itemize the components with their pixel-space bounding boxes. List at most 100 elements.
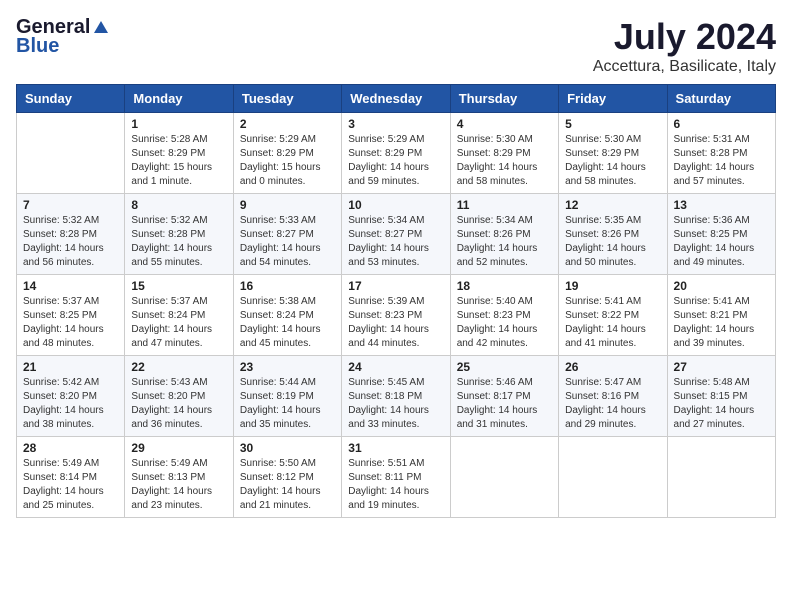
day-info: Sunrise: 5:47 AM Sunset: 8:16 PM Dayligh… [565, 376, 660, 432]
day-number: 19 [565, 279, 660, 293]
calendar-week-row: 1 Sunrise: 5:28 AM Sunset: 8:29 PM Daylig… [17, 113, 776, 194]
calendar-day-cell: 3Sunrise: 5:29 AM Sunset: 8:29 PM Daylig… [342, 113, 450, 194]
day-number: 22 [131, 360, 226, 374]
weekday-header-cell: Thursday [450, 85, 558, 113]
calendar-day-cell: 16 Sunrise: 5:38 AM Sunset: 8:24 PM Dayli… [233, 275, 341, 356]
day-info: Sunrise: 5:39 AM Sunset: 8:23 PM Dayligh… [348, 295, 443, 351]
weekday-header-cell: Wednesday [342, 85, 450, 113]
day-number: 2 [240, 117, 335, 131]
day-number: 4 [457, 117, 552, 131]
day-info: Sunrise: 5:49 AM Sunset: 8:14 PM Dayligh… [23, 457, 118, 513]
day-number: 28 [23, 441, 118, 455]
day-number: 18 [457, 279, 552, 293]
calendar-week-row: 28 Sunrise: 5:49 AM Sunset: 8:14 PM Dayli… [17, 437, 776, 518]
day-number: 11 [457, 198, 552, 212]
calendar-day-cell: 4 Sunrise: 5:30 AM Sunset: 8:29 PM Daylig… [450, 113, 558, 194]
calendar-day-cell: 19 Sunrise: 5:41 AM Sunset: 8:22 PM Dayli… [559, 275, 667, 356]
day-info: Sunrise: 5:37 AM Sunset: 8:25 PM Dayligh… [23, 295, 118, 351]
calendar-day-cell: 11 Sunrise: 5:34 AM Sunset: 8:26 PM Dayli… [450, 194, 558, 275]
weekday-header-cell: Sunday [17, 85, 125, 113]
month-title: July 2024 [593, 16, 776, 58]
day-info: Sunrise: 5:41 AM Sunset: 8:21 PM Dayligh… [674, 295, 769, 351]
page-header: General Blue July 2024 Accettura, Basili… [16, 16, 776, 76]
day-info: Sunrise: 5:37 AM Sunset: 8:24 PM Dayligh… [131, 295, 226, 351]
day-number: 8 [131, 198, 226, 212]
calendar-day-cell: 2 Sunrise: 5:29 AM Sunset: 8:29 PM Daylig… [233, 113, 341, 194]
day-number: 1 [131, 117, 226, 131]
day-number: 6 [674, 117, 769, 131]
calendar-day-cell: 24Sunrise: 5:45 AM Sunset: 8:18 PM Dayli… [342, 356, 450, 437]
day-number: 9 [240, 198, 335, 212]
day-info: Sunrise: 5:34 AM Sunset: 8:26 PM Dayligh… [457, 214, 552, 270]
weekday-header-cell: Tuesday [233, 85, 341, 113]
calendar-day-cell: 29 Sunrise: 5:49 AM Sunset: 8:13 PM Dayli… [125, 437, 233, 518]
day-info: Sunrise: 5:32 AM Sunset: 8:28 PM Dayligh… [131, 214, 226, 270]
day-info: Sunrise: 5:28 AM Sunset: 8:29 PM Dayligh… [131, 133, 226, 189]
calendar-day-cell: 8 Sunrise: 5:32 AM Sunset: 8:28 PM Daylig… [125, 194, 233, 275]
calendar-day-cell: 7 Sunrise: 5:32 AM Sunset: 8:28 PM Daylig… [17, 194, 125, 275]
day-number: 16 [240, 279, 335, 293]
day-number: 10 [348, 198, 443, 212]
logo-icon [92, 19, 110, 37]
logo-blue-text: Blue [16, 35, 59, 58]
calendar-week-row: 21 Sunrise: 5:42 AM Sunset: 8:20 PM Dayli… [17, 356, 776, 437]
title-area: July 2024 Accettura, Basilicate, Italy [593, 16, 776, 76]
weekday-header-cell: Saturday [667, 85, 775, 113]
day-info: Sunrise: 5:34 AM Sunset: 8:27 PM Dayligh… [348, 214, 443, 270]
day-number: 17 [348, 279, 443, 293]
calendar-day-cell: 22 Sunrise: 5:43 AM Sunset: 8:20 PM Dayli… [125, 356, 233, 437]
calendar-week-row: 7 Sunrise: 5:32 AM Sunset: 8:28 PM Daylig… [17, 194, 776, 275]
weekday-header-row: SundayMondayTuesdayWednesdayThursdayFrid… [17, 85, 776, 113]
day-info: Sunrise: 5:38 AM Sunset: 8:24 PM Dayligh… [240, 295, 335, 351]
day-info: Sunrise: 5:36 AM Sunset: 8:25 PM Dayligh… [674, 214, 769, 270]
day-number: 21 [23, 360, 118, 374]
calendar-day-cell [559, 437, 667, 518]
calendar-day-cell: 28 Sunrise: 5:49 AM Sunset: 8:14 PM Dayli… [17, 437, 125, 518]
calendar-day-cell: 5 Sunrise: 5:30 AM Sunset: 8:29 PM Daylig… [559, 113, 667, 194]
day-info: Sunrise: 5:30 AM Sunset: 8:29 PM Dayligh… [457, 133, 552, 189]
day-number: 26 [565, 360, 660, 374]
day-number: 25 [457, 360, 552, 374]
day-info: Sunrise: 5:33 AM Sunset: 8:27 PM Dayligh… [240, 214, 335, 270]
day-info: Sunrise: 5:30 AM Sunset: 8:29 PM Dayligh… [565, 133, 660, 189]
calendar-week-row: 14Sunrise: 5:37 AM Sunset: 8:25 PM Dayli… [17, 275, 776, 356]
day-info: Sunrise: 5:49 AM Sunset: 8:13 PM Dayligh… [131, 457, 226, 513]
logo: General Blue [16, 16, 110, 58]
day-number: 13 [674, 198, 769, 212]
day-info: Sunrise: 5:31 AM Sunset: 8:28 PM Dayligh… [674, 133, 769, 189]
calendar-day-cell [450, 437, 558, 518]
calendar-day-cell [17, 113, 125, 194]
calendar-day-cell: 21 Sunrise: 5:42 AM Sunset: 8:20 PM Dayli… [17, 356, 125, 437]
calendar-day-cell: 14Sunrise: 5:37 AM Sunset: 8:25 PM Dayli… [17, 275, 125, 356]
day-info: Sunrise: 5:48 AM Sunset: 8:15 PM Dayligh… [674, 376, 769, 432]
day-number: 30 [240, 441, 335, 455]
calendar-day-cell: 1 Sunrise: 5:28 AM Sunset: 8:29 PM Daylig… [125, 113, 233, 194]
calendar-day-cell: 13 Sunrise: 5:36 AM Sunset: 8:25 PM Dayli… [667, 194, 775, 275]
day-number: 5 [565, 117, 660, 131]
calendar-day-cell: 6 Sunrise: 5:31 AM Sunset: 8:28 PM Daylig… [667, 113, 775, 194]
day-number: 12 [565, 198, 660, 212]
day-info: Sunrise: 5:29 AM Sunset: 8:29 PM Dayligh… [348, 133, 443, 189]
day-info: Sunrise: 5:32 AM Sunset: 8:28 PM Dayligh… [23, 214, 118, 270]
calendar-day-cell: 26 Sunrise: 5:47 AM Sunset: 8:16 PM Dayli… [559, 356, 667, 437]
day-info: Sunrise: 5:41 AM Sunset: 8:22 PM Dayligh… [565, 295, 660, 351]
day-number: 24 [348, 360, 443, 374]
day-info: Sunrise: 5:29 AM Sunset: 8:29 PM Dayligh… [240, 133, 335, 189]
calendar-day-cell: 12 Sunrise: 5:35 AM Sunset: 8:26 PM Dayli… [559, 194, 667, 275]
day-info: Sunrise: 5:43 AM Sunset: 8:20 PM Dayligh… [131, 376, 226, 432]
day-info: Sunrise: 5:51 AM Sunset: 8:11 PM Dayligh… [348, 457, 443, 513]
calendar-day-cell: 30 Sunrise: 5:50 AM Sunset: 8:12 PM Dayli… [233, 437, 341, 518]
calendar-day-cell: 18Sunrise: 5:40 AM Sunset: 8:23 PM Dayli… [450, 275, 558, 356]
day-number: 29 [131, 441, 226, 455]
calendar-day-cell: 17 Sunrise: 5:39 AM Sunset: 8:23 PM Dayli… [342, 275, 450, 356]
day-info: Sunrise: 5:42 AM Sunset: 8:20 PM Dayligh… [23, 376, 118, 432]
calendar-day-cell: 25Sunrise: 5:46 AM Sunset: 8:17 PM Dayli… [450, 356, 558, 437]
day-info: Sunrise: 5:50 AM Sunset: 8:12 PM Dayligh… [240, 457, 335, 513]
calendar-day-cell: 23Sunrise: 5:44 AM Sunset: 8:19 PM Dayli… [233, 356, 341, 437]
day-number: 20 [674, 279, 769, 293]
day-number: 23 [240, 360, 335, 374]
calendar-day-cell: 20 Sunrise: 5:41 AM Sunset: 8:21 PM Dayli… [667, 275, 775, 356]
day-number: 27 [674, 360, 769, 374]
day-number: 7 [23, 198, 118, 212]
day-info: Sunrise: 5:35 AM Sunset: 8:26 PM Dayligh… [565, 214, 660, 270]
